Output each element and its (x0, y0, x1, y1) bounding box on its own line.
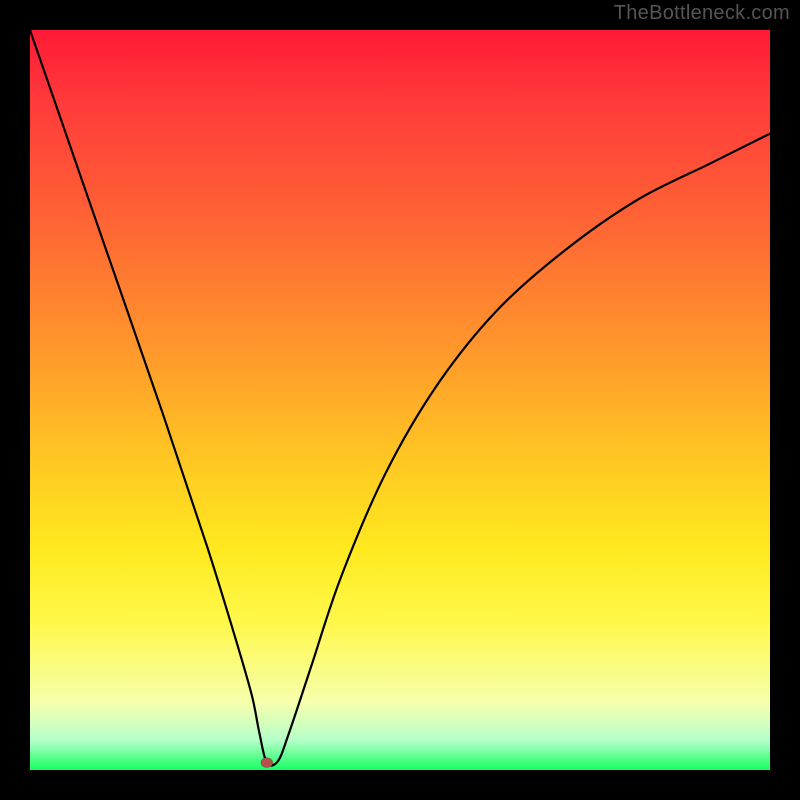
optimal-point-marker (261, 758, 273, 768)
curve-layer (30, 30, 770, 770)
chart-frame: TheBottleneck.com (0, 0, 800, 800)
bottleneck-curve (30, 30, 770, 766)
watermark-text: TheBottleneck.com (614, 2, 790, 25)
plot-area (30, 30, 770, 770)
